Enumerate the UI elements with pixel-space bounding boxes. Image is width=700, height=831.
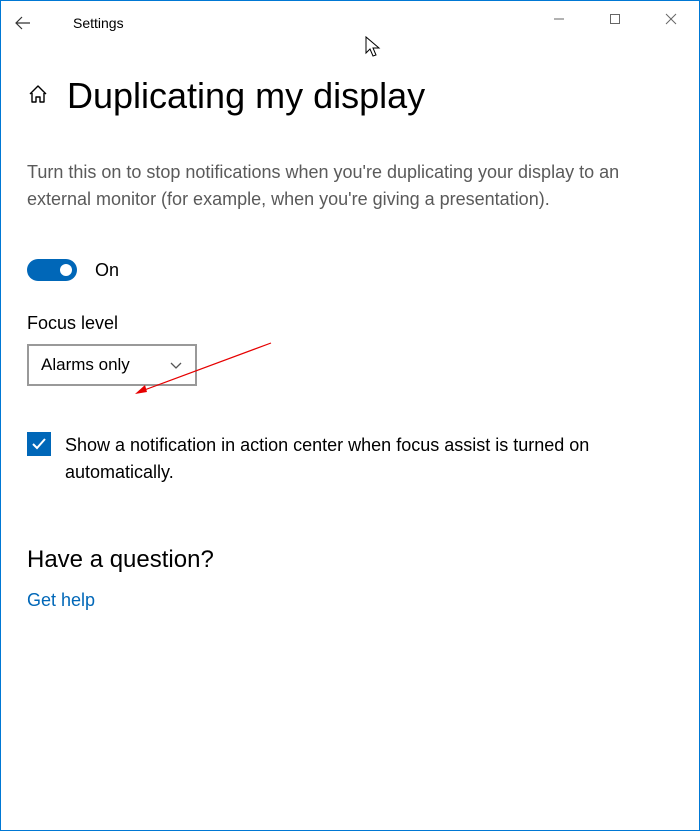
- back-arrow-icon: [14, 14, 32, 32]
- focus-level-label: Focus level: [27, 313, 673, 334]
- toggle-label: On: [95, 260, 119, 281]
- close-button[interactable]: [643, 1, 699, 37]
- close-icon: [665, 13, 677, 25]
- minimize-button[interactable]: [531, 1, 587, 37]
- notification-checkbox[interactable]: [27, 432, 51, 456]
- window-controls: [531, 1, 699, 37]
- titlebar: Settings: [1, 1, 699, 45]
- get-help-link[interactable]: Get help: [27, 590, 673, 611]
- dropdown-value: Alarms only: [41, 355, 130, 375]
- checkbox-row: Show a notification in action center whe…: [27, 432, 673, 486]
- content-area: Duplicating my display Turn this on to s…: [1, 75, 699, 611]
- checkbox-label: Show a notification in action center whe…: [65, 432, 673, 486]
- window-title: Settings: [73, 15, 124, 31]
- description-text: Turn this on to stop notifications when …: [27, 159, 673, 213]
- chevron-down-icon: [169, 358, 183, 372]
- question-heading: Have a question?: [27, 546, 673, 574]
- page-header: Duplicating my display: [27, 75, 673, 117]
- focus-level-dropdown[interactable]: Alarms only: [27, 344, 197, 386]
- toggle-row: On: [27, 259, 673, 281]
- page-title: Duplicating my display: [67, 75, 425, 117]
- back-button[interactable]: [1, 1, 45, 45]
- maximize-button[interactable]: [587, 1, 643, 37]
- maximize-icon: [609, 13, 621, 25]
- notifications-toggle[interactable]: [27, 259, 77, 281]
- checkmark-icon: [30, 435, 48, 453]
- minimize-icon: [553, 13, 565, 25]
- home-icon[interactable]: [27, 83, 49, 110]
